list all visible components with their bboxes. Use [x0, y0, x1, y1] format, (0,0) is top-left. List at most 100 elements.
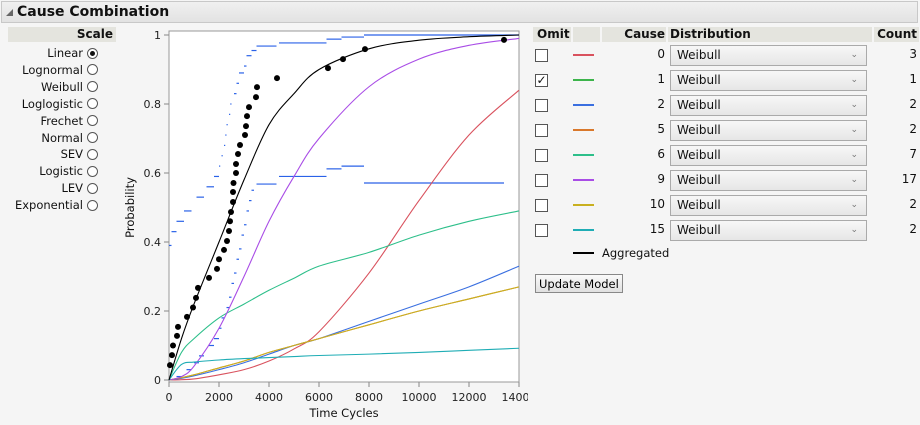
cause-row: 5 Weibull ⌄ 2 [533, 120, 919, 142]
distribution-select[interactable]: Weibull ⌄ [670, 170, 867, 191]
omit-checkbox[interactable] [535, 124, 548, 137]
x-tick-label: 14000 [502, 391, 529, 404]
y-tick-label: 0.4 [144, 236, 162, 249]
scale-option-linear[interactable]: Linear [8, 45, 98, 61]
cause-value: 2 [657, 97, 665, 111]
scale-option-label: Weibull [41, 79, 83, 94]
radio-button[interactable] [87, 64, 98, 76]
radio-button[interactable] [87, 148, 98, 160]
count-value: 2 [909, 222, 917, 236]
radio-button[interactable] [87, 165, 98, 177]
count-value: 2 [909, 197, 917, 211]
cause-value: 6 [657, 147, 665, 161]
cause-row: 0 Weibull ⌄ 3 [533, 45, 919, 67]
data-point [227, 218, 233, 225]
cause-value: 5 [657, 122, 665, 136]
scale-option-frechet[interactable]: Frechet [8, 113, 98, 129]
distribution-value: Weibull [677, 48, 721, 62]
data-point [167, 362, 173, 369]
omit-checkbox[interactable] [535, 99, 548, 112]
update-model-button[interactable]: Update Model [535, 274, 623, 293]
scale-option-logistic[interactable]: Logistic [8, 163, 98, 179]
scale-option-lev[interactable]: LEV [8, 180, 98, 196]
chevron-down-icon: ⌄ [850, 225, 858, 235]
distribution-value: Weibull [677, 173, 721, 187]
aggregated-label: Aggregated [602, 246, 670, 260]
radio-button[interactable] [87, 182, 98, 194]
color-swatch [573, 204, 594, 206]
chevron-down-icon: ⌄ [850, 175, 858, 185]
omit-checkbox[interactable] [535, 199, 548, 212]
scale-option-normal[interactable]: Normal [8, 130, 98, 146]
data-point [206, 274, 212, 281]
radio-button[interactable] [87, 47, 98, 59]
data-point [237, 142, 243, 149]
radio-button[interactable] [87, 115, 98, 127]
scale-option-label: Lognormal [22, 62, 83, 77]
data-point [243, 123, 249, 130]
count-value: 7 [909, 147, 917, 161]
data-point [195, 284, 201, 291]
data-point [253, 94, 259, 101]
data-point [228, 208, 234, 215]
data-point [170, 342, 176, 349]
distribution-select[interactable]: Weibull ⌄ [670, 195, 867, 216]
omit-checkbox[interactable] [535, 149, 548, 162]
omit-checkbox[interactable] [535, 224, 548, 237]
cause-value: 0 [657, 47, 665, 61]
cause-row: 9 Weibull ⌄ 17 [533, 170, 919, 192]
cause-row: 10 Weibull ⌄ 2 [533, 195, 919, 217]
color-swatch [573, 154, 594, 156]
distribution-select[interactable]: Weibull ⌄ [670, 120, 867, 141]
scale-option-lognormal[interactable]: Lognormal [8, 62, 98, 78]
x-axis-label: Time Cycles [308, 406, 378, 420]
data-point [224, 237, 230, 244]
radio-button[interactable] [87, 132, 98, 143]
radio-button[interactable] [87, 81, 98, 93]
data-point [175, 323, 181, 330]
omit-checkbox[interactable] [535, 49, 548, 62]
data-point [501, 36, 507, 43]
distribution-select[interactable]: Weibull ⌄ [670, 220, 867, 241]
data-point [233, 170, 239, 176]
omit-checkbox[interactable] [535, 174, 548, 187]
scale-option-loglogistic[interactable]: Loglogistic [8, 96, 98, 112]
aggregated-swatch [573, 252, 594, 254]
aggregated-legend: Aggregated [573, 246, 669, 260]
distribution-value: Weibull [677, 148, 721, 162]
count-header: Count [874, 27, 919, 42]
cause-row: 6 Weibull ⌄ 7 [533, 145, 919, 167]
probability-chart: 0 0.2 0.4 0.6 0.8 1 0 2000 4000 6000 8000 10000 1200… [123, 29, 529, 420]
chevron-down-icon: ⌄ [850, 150, 858, 160]
color-swatch [573, 129, 594, 131]
radio-button[interactable] [87, 199, 98, 211]
scale-option-exponential[interactable]: Exponential [8, 197, 98, 213]
distribution-select[interactable]: Weibull ⌄ [670, 70, 867, 91]
color-swatch [573, 54, 594, 56]
count-value: 17 [901, 172, 917, 186]
chevron-down-icon: ⌄ [850, 75, 858, 85]
data-point [235, 151, 241, 158]
data-point [221, 246, 227, 253]
chevron-down-icon: ⌄ [850, 100, 858, 110]
cause-value: 9 [657, 172, 665, 186]
data-point [174, 332, 180, 339]
omit-checkbox[interactable]: ✓ [535, 74, 548, 87]
radio-button[interactable] [87, 98, 98, 110]
scale-option-sev[interactable]: SEV [8, 146, 98, 162]
scale-option-weibull[interactable]: Weibull [8, 79, 98, 95]
plot-area [168, 30, 520, 383]
scale-option-label: Linear [47, 46, 83, 60]
x-tick-label: 2000 [205, 391, 233, 404]
distribution-select[interactable]: Weibull ⌄ [670, 95, 867, 116]
scale-header-label: Scale [76, 27, 113, 41]
scale-option-label: Exponential [14, 198, 83, 213]
data-point [226, 227, 232, 234]
color-swatch [573, 104, 594, 106]
distribution-select[interactable]: Weibull ⌄ [670, 145, 867, 166]
disclosure-triangle-icon[interactable] [6, 8, 13, 16]
data-point [190, 304, 196, 311]
section-header[interactable]: Cause Combination [1, 1, 918, 23]
color-swatch [573, 79, 594, 81]
distribution-select[interactable]: Weibull ⌄ [670, 45, 867, 66]
